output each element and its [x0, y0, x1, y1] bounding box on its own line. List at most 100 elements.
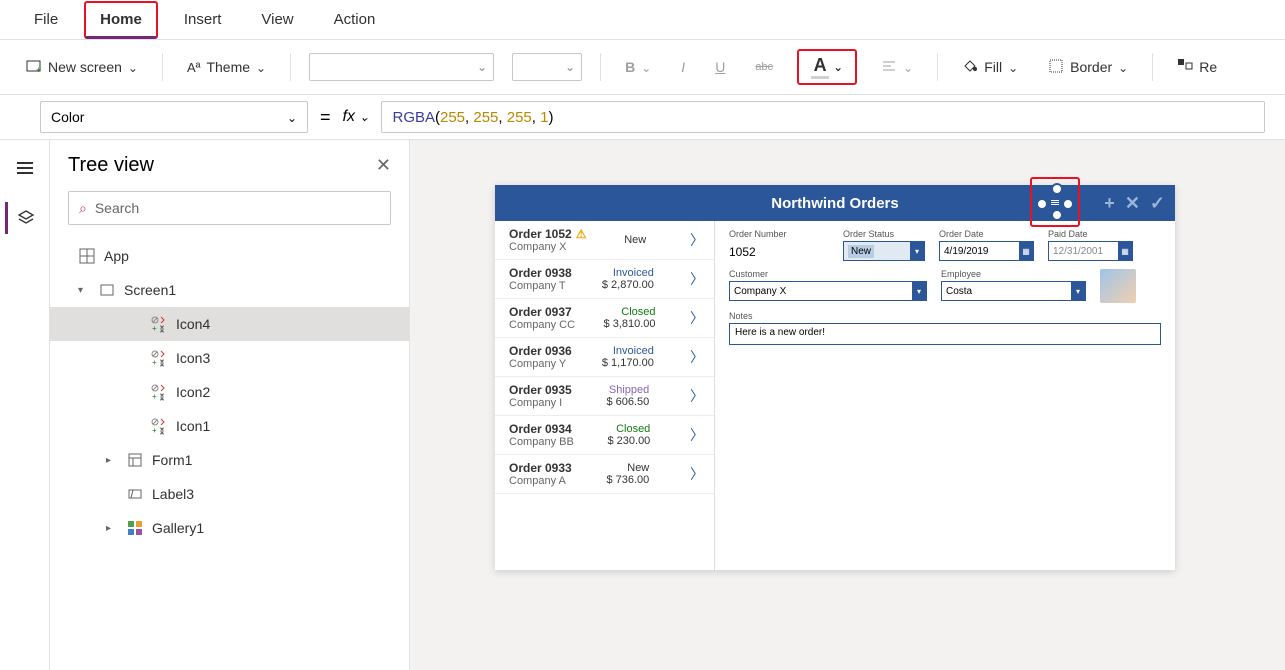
font-size-select[interactable]: [512, 53, 582, 81]
fx-label[interactable]: fx: [343, 108, 370, 126]
warning-icon: ⚠: [576, 227, 587, 241]
order-status: Closed: [621, 306, 655, 318]
formula-bar: Color = fx RGBA(255, 255, 255, 1): [0, 95, 1285, 140]
border-button[interactable]: Border: [1042, 54, 1134, 81]
fill-button[interactable]: Fill: [956, 54, 1024, 81]
strikethrough-button[interactable]: abc: [749, 57, 779, 77]
selected-control-handle[interactable]: [1030, 177, 1080, 227]
font-color-button[interactable]: A: [797, 49, 857, 85]
tree-item-gallery1[interactable]: ▸Gallery1: [50, 511, 409, 545]
order-title: Order 0934: [509, 422, 574, 436]
tree-item-label: Icon3: [176, 350, 210, 366]
separator: [937, 53, 938, 81]
reorder-button[interactable]: Re: [1171, 54, 1223, 81]
tree-item-icon2[interactable]: +Icon2: [50, 375, 409, 409]
menu-insert[interactable]: Insert: [170, 3, 236, 36]
menu-home[interactable]: Home: [84, 1, 158, 39]
font-color-icon: A: [814, 55, 827, 76]
field-label: Order Date: [939, 229, 1034, 239]
order-title: Order 0933: [509, 461, 572, 475]
chevron-down-icon: [903, 59, 913, 75]
order-title: Order 0938: [509, 266, 572, 280]
menu-bar: File Home Insert View Action: [0, 0, 1285, 40]
tree-item-screen[interactable]: ▾ Screen1: [50, 273, 409, 307]
order-row[interactable]: Order 0937Company CCClosed$ 3,810.00〉: [495, 299, 714, 338]
control-icon: +: [150, 349, 168, 367]
field-label: Notes: [729, 311, 1161, 321]
tree-item-icon3[interactable]: + Icon3: [50, 341, 409, 375]
menu-view[interactable]: View: [247, 3, 307, 36]
check-icon[interactable]: ✓: [1150, 193, 1165, 214]
order-row[interactable]: Order 0935Company IShipped$ 606.50〉: [495, 377, 714, 416]
order-amount: $ 3,810.00: [604, 318, 656, 330]
search-icon: ⌕: [79, 200, 87, 217]
rail-hamburger[interactable]: [5, 152, 45, 184]
left-rail: [0, 140, 50, 670]
order-title: Order 0936: [509, 344, 572, 358]
layers-icon: [16, 208, 36, 228]
separator: [1152, 53, 1153, 81]
field-label: Customer: [729, 269, 927, 279]
control-icon: +: [150, 417, 168, 435]
align-button[interactable]: [875, 55, 919, 79]
fill-icon: [962, 58, 978, 77]
order-date-input[interactable]: 4/19/2019▦: [939, 241, 1034, 261]
tree-search-input[interactable]: ⌕ Search: [68, 191, 391, 225]
order-status-value: New: [848, 245, 874, 258]
formula-input[interactable]: RGBA(255, 255, 255, 1): [381, 101, 1265, 133]
close-icon[interactable]: ✕: [376, 155, 391, 176]
order-amount: $ 736.00: [606, 474, 649, 486]
tree-item-label3[interactable]: Label3: [50, 477, 409, 511]
property-select[interactable]: Color: [40, 101, 308, 133]
new-screen-button[interactable]: + New screen: [20, 54, 144, 81]
notes-input[interactable]: Here is a new order!: [729, 323, 1161, 345]
chevron-down-icon: [641, 59, 651, 75]
order-row[interactable]: Order 0934Company BBClosed$ 230.00〉: [495, 416, 714, 455]
paid-date-value: 12/31/2001: [1053, 246, 1103, 257]
tree-item-form1[interactable]: ▸Form1: [50, 443, 409, 477]
tree-item-icon1[interactable]: +Icon1: [50, 409, 409, 443]
chevron-right-icon: 〉: [690, 230, 704, 250]
formula-func: RGBA: [392, 109, 435, 126]
paid-date-input[interactable]: 12/31/2001▦: [1048, 241, 1133, 261]
employee-select[interactable]: Costa▾: [941, 281, 1086, 301]
cancel-icon[interactable]: ✕: [1125, 193, 1140, 214]
font-family-select[interactable]: [309, 53, 494, 81]
app-icon: [78, 247, 96, 265]
control-icon: [126, 485, 144, 503]
field-label: Order Number: [729, 229, 829, 239]
order-status-select[interactable]: New▾: [843, 241, 925, 261]
order-row[interactable]: Order 1052⚠Company XNew〉: [495, 221, 714, 260]
order-company: Company BB: [509, 436, 574, 448]
order-row[interactable]: Order 0938Company TInvoiced$ 2,870.00〉: [495, 260, 714, 299]
formula-arg: 255: [440, 109, 465, 126]
chevron-right-icon: 〉: [690, 464, 704, 484]
order-status: New: [624, 234, 646, 246]
tree-item-app[interactable]: App: [50, 239, 409, 273]
chevron-down-icon: [477, 58, 487, 76]
menu-file[interactable]: File: [20, 3, 72, 36]
rail-tree-view[interactable]: [5, 202, 45, 234]
dropdown-icon: ▾: [1071, 281, 1085, 301]
control-icon: +: [150, 383, 168, 401]
canvas: Northwind Orders + ✕ ✓ Order 1052⚠Compan…: [410, 140, 1285, 670]
order-amount: $ 2,870.00: [602, 279, 654, 291]
tree-item-label: Gallery1: [152, 520, 204, 536]
fill-label: Fill: [984, 59, 1002, 75]
add-icon[interactable]: +: [1104, 193, 1115, 214]
order-row[interactable]: Order 0936Company YInvoiced$ 1,170.00〉: [495, 338, 714, 377]
svg-text:+: +: [36, 65, 41, 74]
tree-item-icon4[interactable]: +Icon4: [50, 307, 409, 341]
italic-button[interactable]: I: [675, 55, 691, 79]
tree-item-label: Label3: [152, 486, 194, 502]
border-icon: [1048, 58, 1064, 77]
menu-action[interactable]: Action: [320, 3, 390, 36]
bold-button[interactable]: B: [619, 55, 657, 79]
order-company: Company T: [509, 280, 572, 292]
formula-arg: 255: [507, 109, 532, 126]
theme-button[interactable]: Aª Theme: [181, 55, 272, 79]
underline-button[interactable]: U: [709, 55, 731, 79]
customer-select[interactable]: Company X▾: [729, 281, 927, 301]
tree-item-label: Screen1: [124, 282, 176, 298]
order-row[interactable]: Order 0933Company ANew$ 736.00〉: [495, 455, 714, 494]
